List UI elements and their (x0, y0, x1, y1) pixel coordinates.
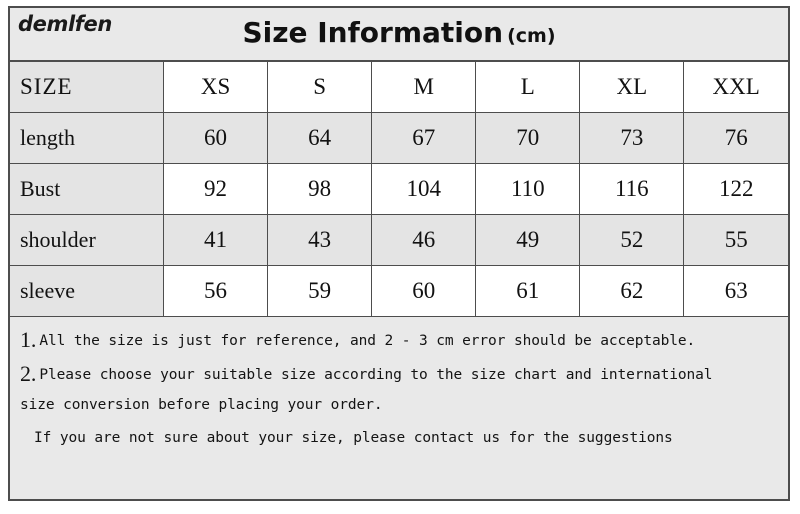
note-2-text-line2: size conversion before placing your orde… (20, 397, 383, 413)
cell-bust-m: 104 (371, 163, 477, 215)
cell-shoulder-m: 46 (371, 214, 477, 266)
note-item-3: If you are not sure about your size, ple… (20, 428, 778, 449)
note-1-text: All the size is just for reference, and … (39, 333, 696, 349)
cell-bust-s: 98 (267, 163, 373, 215)
size-chart-page: demlfen Size Information (cm) SIZE XS S M… (0, 0, 800, 514)
cell-bust-xs: 92 (162, 163, 269, 215)
cell-length-l: 70 (475, 112, 581, 164)
column-header-xxl: XXL (683, 62, 788, 113)
cell-shoulder-xs: 41 (162, 214, 269, 266)
cell-length-s: 64 (267, 112, 373, 164)
page-title: Size Information (cm) (10, 16, 788, 49)
note-3-text: If you are not sure about your size, ple… (34, 430, 673, 446)
row-label-shoulder: shoulder (10, 214, 164, 266)
notes-section: 1. All the size is just for reference, an… (10, 317, 788, 499)
column-header-size: SIZE (10, 62, 164, 113)
table-row: Bust 92 98 104 110 116 122 (10, 163, 788, 215)
size-chart-card: demlfen Size Information (cm) SIZE XS S M… (8, 6, 790, 501)
cell-length-m: 67 (371, 112, 477, 164)
cell-shoulder-xl: 52 (579, 214, 685, 266)
cell-sleeve-m: 60 (371, 265, 477, 317)
table-row: sleeve 56 59 60 61 62 63 (10, 265, 788, 317)
column-header-m: M (371, 62, 477, 113)
table-row: length 60 64 67 70 73 76 (10, 112, 788, 164)
cell-length-xs: 60 (162, 112, 269, 164)
note-item-1: 1. All the size is just for reference, an… (20, 329, 778, 352)
size-table: SIZE XS S M L XL XXL length 60 64 67 70 … (10, 62, 788, 317)
table-row: shoulder 41 43 46 49 52 55 (10, 214, 788, 266)
cell-sleeve-xxl: 63 (683, 265, 788, 317)
cell-sleeve-xl: 62 (579, 265, 685, 317)
note-2-number: 2. (20, 361, 37, 386)
row-label-length: length (10, 112, 164, 164)
page-title-unit: (cm) (507, 25, 556, 47)
cell-bust-xl: 116 (579, 163, 685, 215)
note-1-number: 1. (20, 327, 37, 352)
note-item-2: 2. Please choose your suitable size accor… (20, 363, 778, 416)
cell-length-xxl: 76 (683, 112, 788, 164)
cell-sleeve-s: 59 (267, 265, 373, 317)
column-header-l: L (475, 62, 581, 113)
row-label-bust: Bust (10, 163, 164, 215)
column-header-s: S (267, 62, 373, 113)
row-label-sleeve: sleeve (10, 265, 164, 317)
cell-length-xl: 73 (579, 112, 685, 164)
cell-shoulder-l: 49 (475, 214, 581, 266)
column-header-xs: XS (162, 62, 269, 113)
cell-sleeve-xs: 56 (162, 265, 269, 317)
cell-sleeve-l: 61 (475, 265, 581, 317)
cell-bust-l: 110 (475, 163, 581, 215)
cell-shoulder-xxl: 55 (683, 214, 788, 266)
cell-shoulder-s: 43 (267, 214, 373, 266)
note-2-text: Please choose your suitable size accordi… (39, 367, 713, 383)
header-band: demlfen Size Information (cm) (10, 8, 788, 62)
cell-bust-xxl: 122 (683, 163, 788, 215)
column-header-xl: XL (579, 62, 685, 113)
page-title-text: Size Information (242, 16, 504, 49)
table-header-row: SIZE XS S M L XL XXL (10, 62, 788, 113)
